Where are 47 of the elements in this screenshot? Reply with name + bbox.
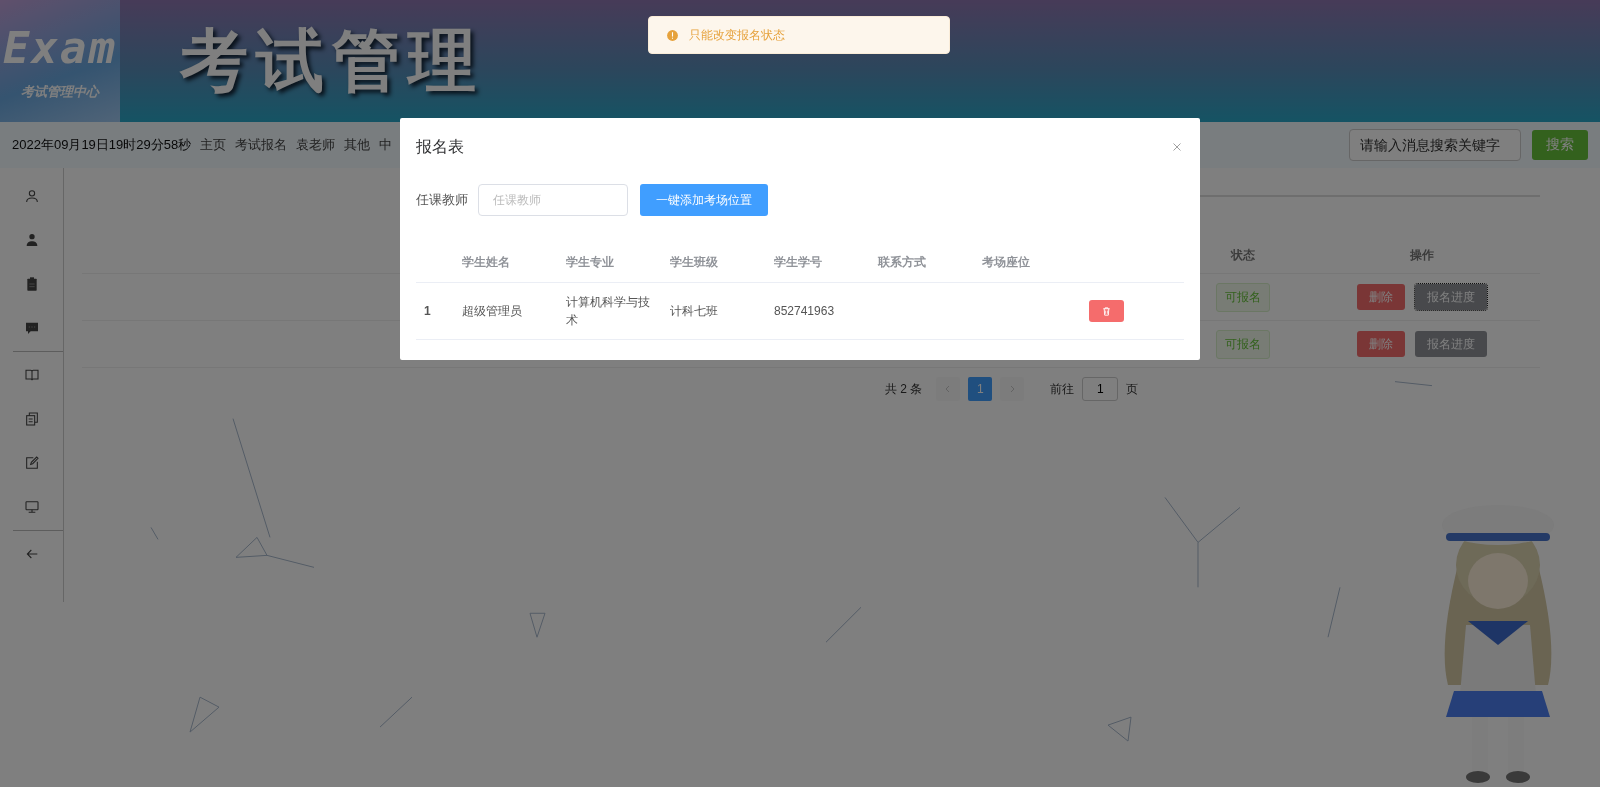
- column-header: 学生专业: [565, 253, 615, 271]
- column-header: 状态: [1229, 246, 1256, 264]
- table-cell-text: 计算机科学与技术: [565, 294, 651, 329]
- delete-button[interactable]: 删除: [1356, 284, 1405, 310]
- column-header: 学生班级: [669, 253, 719, 271]
- monitor-icon: [23, 499, 40, 515]
- datetime-text: 2022年09月19日19时29分58秒: [12, 136, 192, 154]
- form-label: 任课教师: [416, 191, 468, 209]
- table-cell-text: 852741963: [773, 303, 836, 320]
- documents-icon: [23, 411, 40, 427]
- column-header: 考场座位: [981, 253, 1031, 271]
- delete-button[interactable]: 删除: [1356, 331, 1405, 357]
- user-icon: [23, 188, 40, 204]
- status-tag: 可报名: [1216, 329, 1270, 359]
- delete-button[interactable]: [1089, 300, 1124, 322]
- chat-icon: [23, 320, 40, 336]
- table-cell-text: 计科七班: [669, 303, 719, 320]
- nav-link[interactable]: 考试报名: [235, 136, 288, 154]
- nav-link[interactable]: 中: [379, 136, 393, 154]
- teacher-field[interactable]: 任课教师: [478, 184, 628, 216]
- nav-link[interactable]: 其他: [344, 136, 371, 154]
- logo-text: Exam: [3, 21, 117, 73]
- trash-icon: [1101, 305, 1112, 317]
- search-field[interactable]: 请输入消息搜索关键字: [1349, 129, 1521, 161]
- page-button[interactable]: 1: [968, 377, 993, 401]
- book-icon: [23, 367, 40, 383]
- column-header: 联系方式: [876, 253, 927, 271]
- search-button[interactable]: 搜索: [1532, 130, 1588, 160]
- nav-link[interactable]: 袁老师: [296, 136, 336, 154]
- table-cell-text: 超级管理员: [461, 303, 523, 320]
- banner-title: 考试管理: [180, 18, 484, 102]
- status-tag: 可报名: [1216, 282, 1270, 312]
- warning-icon: [666, 28, 679, 42]
- column-header: 操作: [1408, 246, 1435, 264]
- edit-icon: [23, 455, 40, 471]
- column-header: 学生姓名: [461, 253, 511, 271]
- nav-link[interactable]: 主页: [200, 136, 227, 154]
- column-header: 学生学号: [773, 253, 823, 271]
- table-cell-text: 1: [423, 303, 432, 320]
- dialog-title: 报名表: [416, 136, 464, 157]
- add-seats-button[interactable]: 一键添加考场位置: [640, 184, 768, 216]
- page-suffix: 页: [1126, 380, 1139, 398]
- total-count: 共 2 条: [885, 380, 923, 398]
- page-number-field[interactable]: 1: [1082, 377, 1119, 401]
- message-text: 只能改变报名状态: [689, 26, 785, 44]
- logo-subtitle: 考试管理中心: [21, 82, 99, 101]
- goto-label: 前往: [1050, 380, 1075, 398]
